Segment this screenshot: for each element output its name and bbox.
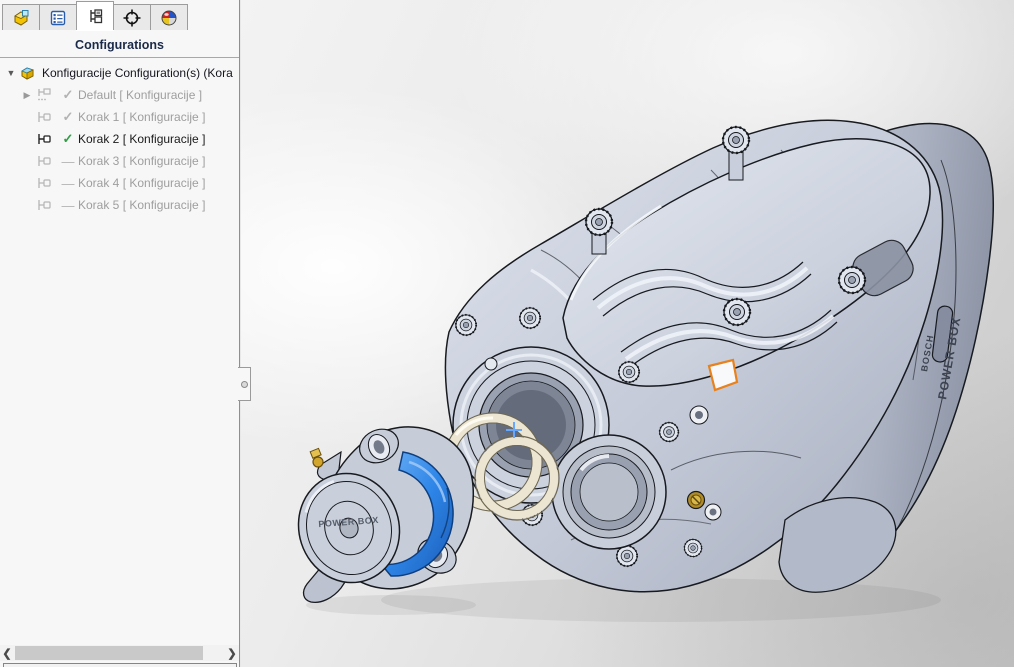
configuration-tree: ▼ Konfiguracije Configuration(s) (Kora ▶…: [0, 62, 239, 216]
dimxpertmanager-tab[interactable]: [113, 4, 151, 30]
config-flag-icon-active: [34, 131, 54, 147]
tree-item-label: Korak 3 [ Konfiguracije ]: [78, 154, 205, 168]
panel-horizontal-scrollbar[interactable]: ❮ ❯: [0, 645, 239, 661]
tree-root-label: Konfiguracije Configuration(s) (Kora: [42, 66, 233, 80]
scrollbar-thumb[interactable]: [15, 646, 203, 660]
tree-root-configurations[interactable]: ▼ Konfiguracije Configuration(s) (Kora: [0, 62, 239, 84]
configurations-root-icon: [18, 65, 38, 81]
configurationmanager-tab[interactable]: [76, 1, 114, 30]
crosshair-target-icon: [122, 8, 142, 28]
derived-config-icon: [34, 87, 54, 103]
appearance-ball-icon: [159, 8, 179, 28]
splitter-grip-icon: [241, 381, 248, 388]
tree-item-label: Korak 5 [ Konfiguracije ]: [78, 198, 205, 212]
dash-icon: —: [58, 154, 78, 169]
config-flag-icon: [34, 197, 54, 213]
scrollbar-track[interactable]: [14, 645, 225, 661]
propertymanager-tab[interactable]: [39, 4, 77, 30]
configuration-manager-panel: Configurations ▼ Konfiguracije Configura…: [0, 0, 240, 667]
tree-item-korak-2[interactable]: ✓ Korak 2 [ Konfiguracije ]: [0, 128, 239, 150]
check-icon: ✓: [58, 109, 78, 125]
tree-item-label: Default [ Konfiguracije ]: [78, 88, 202, 102]
config-flag-icon: [34, 153, 54, 169]
split-pane-edge: [3, 663, 237, 667]
configuration-tree-icon: [85, 6, 105, 26]
displaymanager-tab[interactable]: [150, 4, 188, 30]
expander-right-icon[interactable]: ▶: [20, 90, 34, 101]
manager-tab-bar: [0, 0, 239, 30]
tree-item-korak-5[interactable]: — Korak 5 [ Konfiguracije ]: [0, 194, 239, 216]
panel-splitter-handle[interactable]: [238, 367, 251, 401]
solidworks-window: Configurations ▼ Konfiguracije Configura…: [0, 0, 1014, 667]
tree-item-label: Korak 1 [ Konfiguracije ]: [78, 110, 205, 124]
scroll-right-icon[interactable]: ❯: [225, 647, 239, 660]
viewport-3d-model[interactable]: BOSCH POWER BOX: [241, 0, 1014, 667]
config-flag-icon: [34, 109, 54, 125]
property-list-icon: [48, 8, 68, 28]
dash-icon: —: [58, 198, 78, 213]
tree-item-korak-4[interactable]: — Korak 4 [ Konfiguracije ]: [0, 172, 239, 194]
tree-item-label: Korak 2 [ Konfiguracije ]: [78, 132, 205, 146]
featuremanager-tab[interactable]: [2, 4, 40, 30]
check-icon: ✓: [58, 87, 78, 103]
config-flag-icon: [34, 175, 54, 191]
scroll-left-icon[interactable]: ❮: [0, 647, 14, 660]
panel-title: Configurations: [0, 32, 239, 58]
expander-down-icon[interactable]: ▼: [4, 68, 18, 78]
tree-item-default[interactable]: ▶ ✓ Default [ Konfiguracije ]: [0, 84, 239, 106]
supercharger-assembly-model: BOSCH POWER BOX: [241, 0, 1014, 667]
tree-item-label: Korak 4 [ Konfiguracije ]: [78, 176, 205, 190]
dash-icon: —: [58, 176, 78, 191]
check-icon: ✓: [58, 131, 78, 147]
tree-item-korak-3[interactable]: — Korak 3 [ Konfiguracije ]: [0, 150, 239, 172]
part-icon: [11, 8, 31, 28]
tree-item-korak-1[interactable]: ✓ Korak 1 [ Konfiguracije ]: [0, 106, 239, 128]
